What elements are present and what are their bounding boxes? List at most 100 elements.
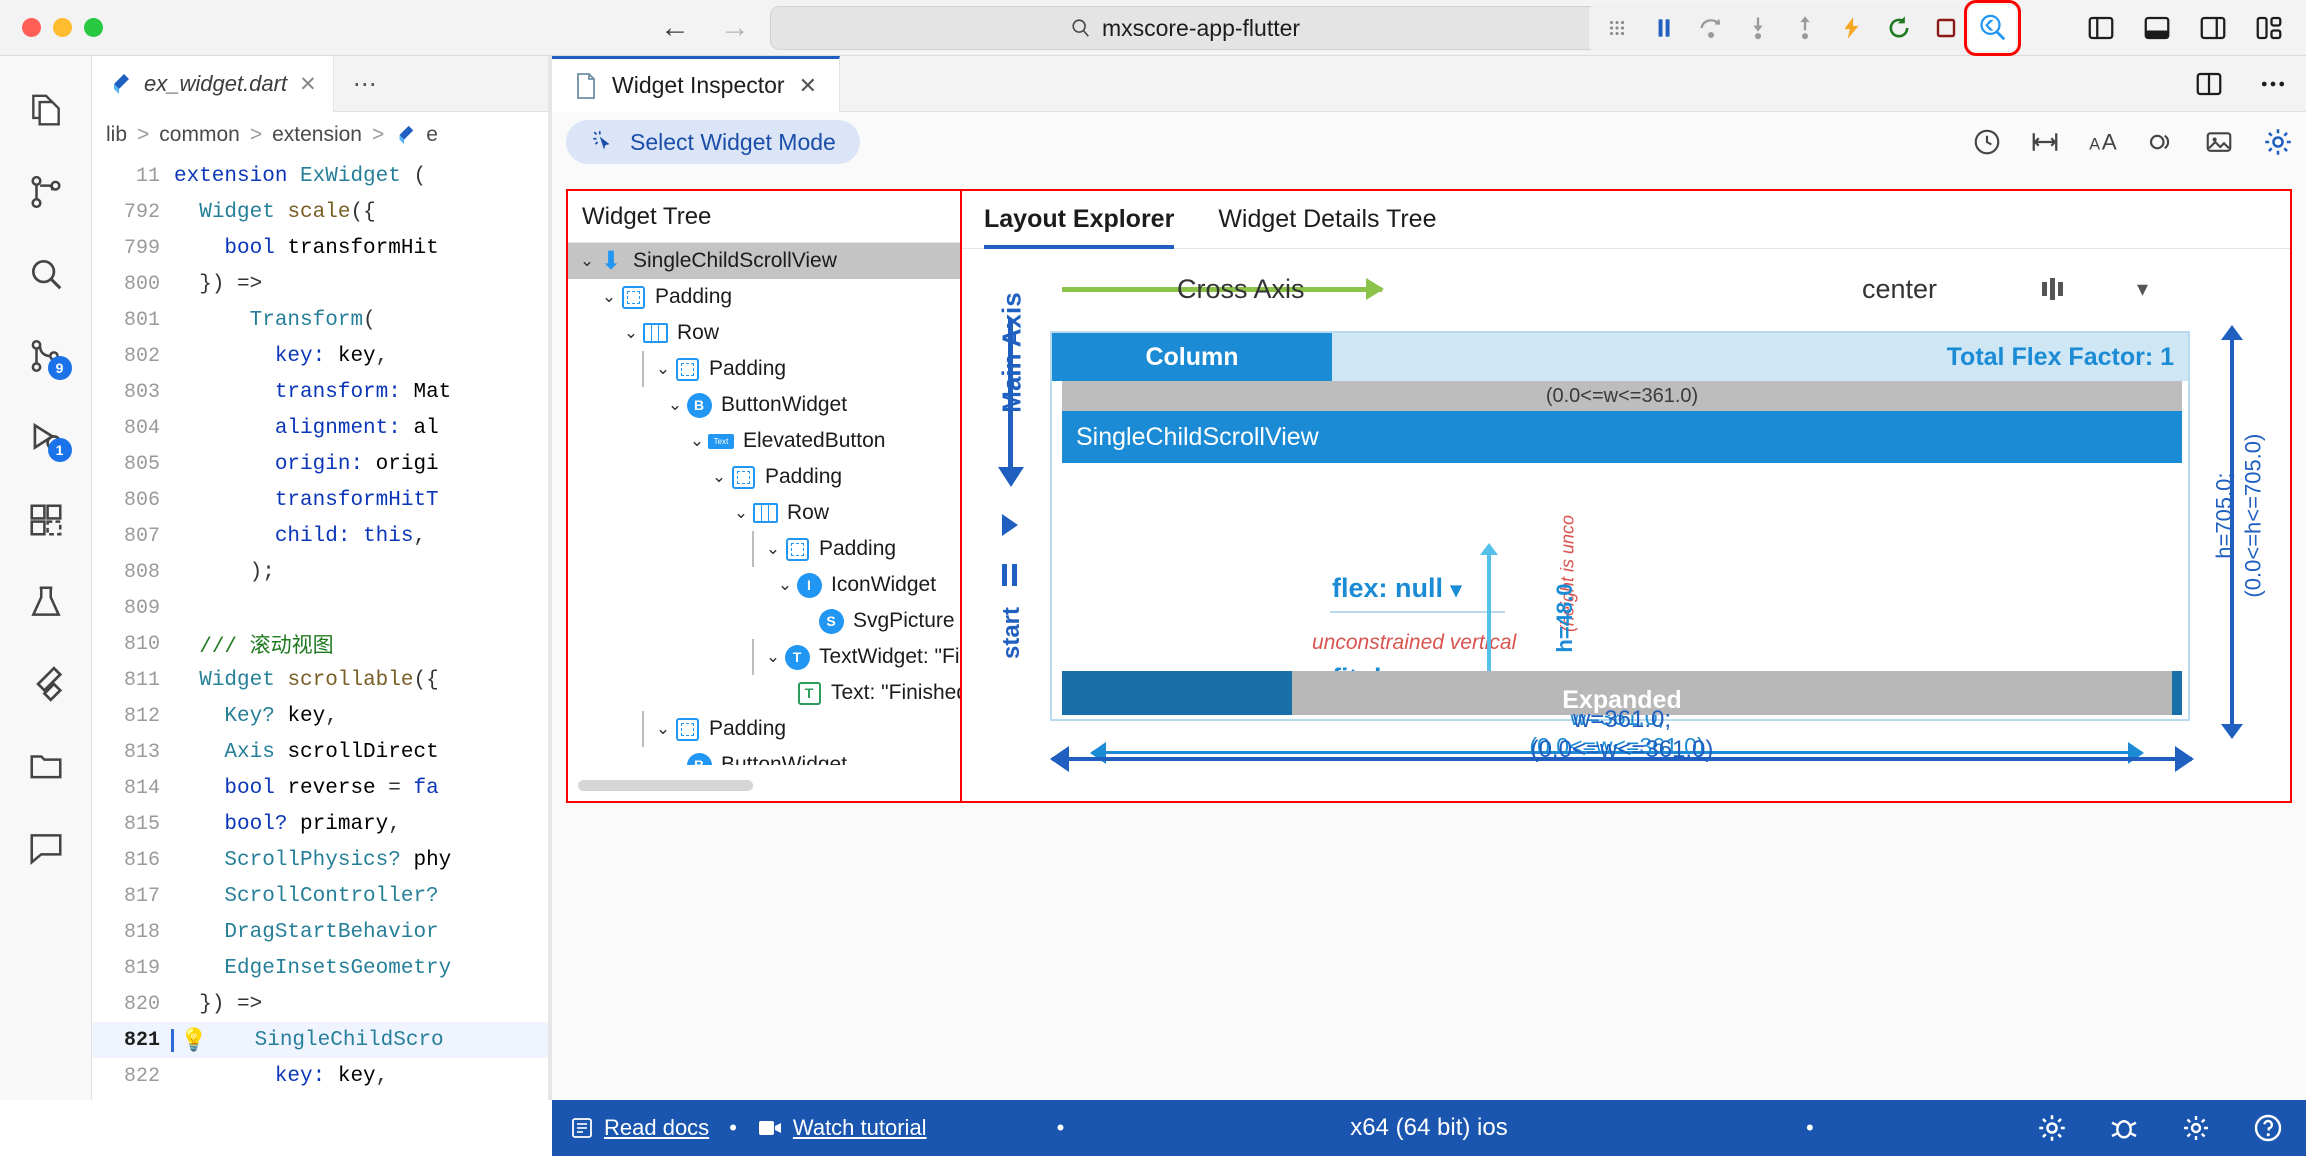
step-over-icon[interactable]	[1687, 5, 1734, 51]
code-line[interactable]: 815 bool? primary,	[92, 806, 552, 842]
breadcrumb-item-3[interactable]: e	[426, 123, 438, 147]
chevron-down-icon[interactable]: ▾	[1451, 577, 1462, 602]
quick-fix-bulb-icon[interactable]: 💡	[180, 1028, 207, 1054]
chevron-down-icon[interactable]: ⌄	[664, 395, 686, 415]
customize-layout-icon[interactable]	[2254, 13, 2284, 43]
chevron-down-icon[interactable]: ⌄	[762, 539, 784, 559]
performance-overlay-icon[interactable]	[1972, 127, 2002, 157]
breadcrumb-item-0[interactable]: lib	[106, 123, 127, 147]
chevron-down-icon[interactable]: ⌄	[652, 359, 674, 379]
code-line[interactable]: 802 key: key,	[92, 338, 552, 374]
code-line[interactable]: 816 ScrollPhysics? phy	[92, 842, 552, 878]
chevron-down-icon[interactable]: ⌄	[708, 467, 730, 487]
forward-icon[interactable]: →	[720, 13, 750, 43]
chevron-down-icon[interactable]: ▾	[2137, 276, 2148, 302]
chevron-down-icon[interactable]: ⌄	[774, 575, 796, 595]
code-line[interactable]: 807 child: this,	[92, 518, 552, 554]
code-line[interactable]: 806 transformHitT	[92, 482, 552, 518]
settings-icon[interactable]	[2036, 1112, 2068, 1144]
hot-restart-icon[interactable]	[1875, 5, 1922, 51]
code-line[interactable]: 813 Axis scrollDirect	[92, 734, 552, 770]
chevron-down-icon[interactable]: ⌄	[730, 503, 752, 523]
column-widget-card[interactable]: Column Total Flex Factor: 1 (0.0<=w<=361…	[1050, 331, 2190, 721]
panel-right-icon[interactable]	[2198, 13, 2228, 43]
more-actions-icon[interactable]	[2258, 69, 2288, 99]
single-child-scrollview-bar[interactable]: SingleChildScrollView	[1062, 411, 2182, 463]
sidebar-item-source-control[interactable]	[18, 166, 74, 218]
split-editor-icon[interactable]	[2194, 69, 2224, 99]
flutter-inspector-icon[interactable]	[1969, 5, 2016, 51]
align-center-icon[interactable]	[2042, 278, 2063, 300]
code-line[interactable]: 804 alignment: al	[92, 410, 552, 446]
chevron-down-icon[interactable]: ⌄	[576, 251, 598, 271]
code-line[interactable]: 808 );	[92, 554, 552, 590]
breadcrumb-item-1[interactable]: common	[159, 123, 240, 147]
read-docs-link[interactable]: Read docs	[570, 1115, 709, 1141]
chevron-down-icon[interactable]: ⌄	[664, 755, 686, 765]
code-line[interactable]: 812 Key? key,	[92, 698, 552, 734]
chevron-down-icon[interactable]: ⌄	[652, 719, 674, 739]
sidebar-item-project[interactable]	[18, 740, 74, 792]
app-grid-icon[interactable]	[1593, 5, 1640, 51]
bug-report-icon[interactable]	[2108, 1112, 2140, 1144]
sidebar-item-search[interactable]	[18, 248, 74, 300]
close-icon[interactable]: ✕	[299, 72, 317, 97]
code-line[interactable]: 821💡 SingleChildScro	[92, 1022, 552, 1058]
search-input[interactable]: mxscore-app-flutter	[770, 6, 1600, 50]
code-line[interactable]: 800 }) =>	[92, 266, 552, 302]
code-lines[interactable]: 11extension ExWidget (792 Widget scale({…	[92, 158, 552, 1156]
chevron-down-icon[interactable]: ⌄	[686, 431, 708, 451]
watch-tutorial-link[interactable]: Watch tutorial	[757, 1115, 927, 1141]
code-line[interactable]: 819 EdgeInsetsGeometry	[92, 950, 552, 986]
flex-dropdown[interactable]: flex: null ▾	[1332, 573, 1462, 604]
select-widget-mode-button[interactable]: Select Widget Mode	[566, 120, 860, 164]
code-line[interactable]: 799 bool transformHit	[92, 230, 552, 266]
baseline-guidelines-icon[interactable]	[2030, 127, 2060, 157]
hot-reload-icon[interactable]	[1828, 5, 1875, 51]
code-line[interactable]: 817 ScrollController?	[92, 878, 552, 914]
code-line[interactable]: 810 /// 滚动视图	[92, 626, 552, 662]
breadcrumb-item-2[interactable]: extension	[272, 123, 362, 147]
maximize-window-button[interactable]	[84, 18, 103, 37]
code-line[interactable]: 811 Widget scrollable({	[92, 662, 552, 698]
widget-tree-horizontal-scrollbar[interactable]	[578, 780, 753, 791]
text-scale-icon[interactable]: A A	[2088, 127, 2118, 157]
sidebar-item-flutter[interactable]	[18, 658, 74, 710]
step-into-icon[interactable]	[1734, 5, 1781, 51]
code-line[interactable]: 792 Widget scale({	[92, 194, 552, 230]
devtools-icon[interactable]	[2180, 1112, 2212, 1144]
code-line[interactable]: 805 origin: origi	[92, 446, 552, 482]
help-icon[interactable]	[2252, 1112, 2284, 1144]
sidebar-item-run-and-debug[interactable]: 1	[18, 412, 74, 464]
chevron-down-icon[interactable]: ⌄	[762, 647, 784, 667]
code-line[interactable]: 803 transform: Mat	[92, 374, 552, 410]
code-line[interactable]: 11extension ExWidget (	[92, 158, 552, 194]
panel-left-icon[interactable]	[2086, 13, 2116, 43]
editor-tab-ex-widget[interactable]: ex_widget.dart ✕	[92, 56, 334, 112]
sidebar-item-testing[interactable]	[18, 576, 74, 628]
code-line[interactable]: 822 key: key,	[92, 1058, 552, 1094]
minimize-window-button[interactable]	[53, 18, 72, 37]
sidebar-item-extensions[interactable]	[18, 494, 74, 546]
code-line[interactable]: 818 DragStartBehavior	[92, 914, 552, 950]
breadcrumb[interactable]: lib > common > extension > e	[92, 112, 438, 158]
tab-widget-details-tree[interactable]: Widget Details Tree	[1218, 191, 1436, 249]
sidebar-item-merge[interactable]: 9	[18, 330, 74, 382]
code-line[interactable]: 809	[92, 590, 552, 626]
chevron-down-icon[interactable]: ⌄	[620, 323, 642, 343]
stop-icon[interactable]	[1922, 5, 1969, 51]
chevron-down-icon[interactable]: ⌄	[598, 287, 620, 307]
close-window-button[interactable]	[22, 18, 41, 37]
close-icon[interactable]: ✕	[799, 73, 817, 99]
step-out-icon[interactable]	[1781, 5, 1828, 51]
code-line[interactable]: 820 }) =>	[92, 986, 552, 1022]
settings-icon[interactable]	[2262, 126, 2294, 158]
back-icon[interactable]: ←	[660, 13, 690, 43]
slow-animations-icon[interactable]	[2146, 127, 2176, 157]
editor-more-tabs-button[interactable]: ⋯	[334, 56, 396, 112]
sidebar-item-explorer[interactable]	[18, 84, 74, 136]
panel-bottom-icon[interactable]	[2142, 13, 2172, 43]
code-line[interactable]: 814 bool reverse = fa	[92, 770, 552, 806]
invert-oversized-images-icon[interactable]	[2204, 127, 2234, 157]
sidebar-item-comments[interactable]	[18, 822, 74, 874]
